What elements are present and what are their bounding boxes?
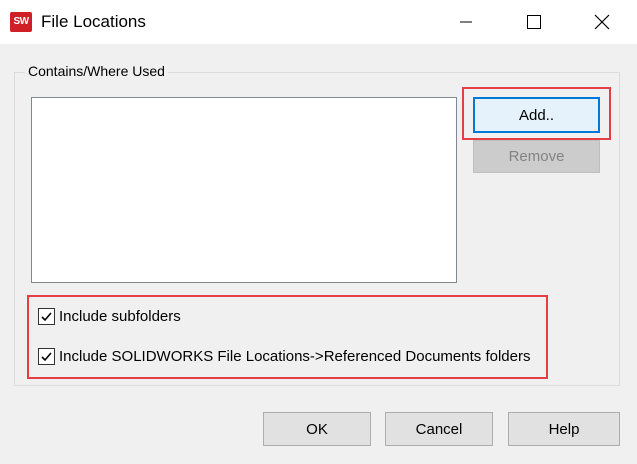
include-referenced-checkbox[interactable]: [38, 348, 55, 365]
close-button[interactable]: [579, 0, 625, 44]
maximize-icon: [527, 15, 541, 29]
add-button[interactable]: Add..: [473, 97, 600, 133]
folder-list[interactable]: [31, 97, 457, 283]
include-subfolders-checkbox[interactable]: [38, 308, 55, 325]
window-title: File Locations: [41, 12, 146, 31]
include-referenced-option[interactable]: Include SOLIDWORKS File Locations->Refer…: [38, 348, 530, 365]
checkmark-icon: [41, 312, 52, 322]
solidworks-logo-icon: SW: [10, 12, 32, 32]
minimize-button[interactable]: [443, 0, 489, 44]
checkmark-icon: [41, 352, 52, 362]
close-icon: [594, 14, 610, 30]
group-legend: Contains/Where Used: [25, 63, 168, 79]
cancel-button[interactable]: Cancel: [385, 412, 493, 446]
maximize-button[interactable]: [511, 0, 557, 44]
help-button[interactable]: Help: [508, 412, 620, 446]
title-bar: SW File Locations: [0, 0, 637, 44]
minimize-icon: [460, 21, 472, 23]
remove-button[interactable]: Remove: [473, 140, 600, 173]
ok-button[interactable]: OK: [263, 412, 371, 446]
include-subfolders-label: Include subfolders: [59, 308, 181, 325]
include-referenced-label: Include SOLIDWORKS File Locations->Refer…: [59, 348, 531, 365]
include-subfolders-option[interactable]: Include subfolders: [38, 308, 181, 325]
